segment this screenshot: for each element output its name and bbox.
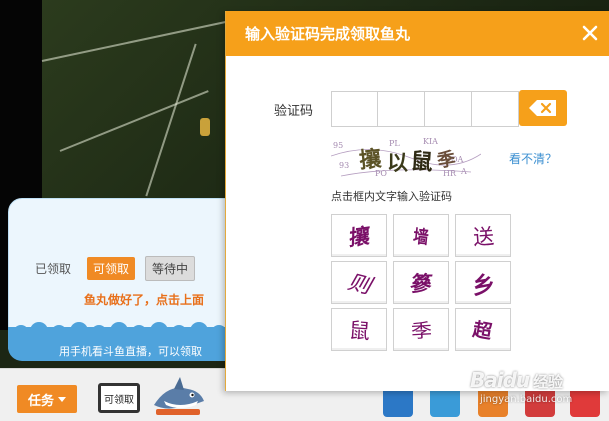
svg-text:季: 季 <box>436 148 457 172</box>
character-button[interactable]: 季 <box>393 308 449 351</box>
character-button[interactable]: 墙 <box>393 214 449 257</box>
character-glyph: 篸 <box>407 270 435 296</box>
pitch-line <box>59 90 209 152</box>
character-glyph: 季 <box>409 319 433 342</box>
watermark-brand: Baidu <box>470 368 530 392</box>
task-button-label: 任务 <box>27 393 54 409</box>
character-glyph: 墙 <box>412 225 430 249</box>
svg-text:PL: PL <box>389 139 400 148</box>
svg-text:以: 以 <box>387 150 408 175</box>
character-glyph: 送 <box>471 223 495 250</box>
character-button[interactable]: 则 <box>331 261 387 304</box>
captcha-slot[interactable] <box>331 91 378 127</box>
refresh-captcha-link[interactable]: 看不清？ <box>509 150 557 167</box>
character-glyph: 鼠 <box>347 317 371 344</box>
claim-status-tabs: 已领取 可领取 等待中 <box>29 256 196 281</box>
caret-down-icon <box>58 396 66 402</box>
tab-available[interactable]: 可领取 <box>87 257 136 280</box>
svg-text:KIA: KIA <box>423 137 438 146</box>
character-button[interactable]: 送 <box>455 214 511 257</box>
baidu-jingyan-watermark: Baidu 经验 jingyan.baidu.com <box>470 368 572 405</box>
character-glyph: 则 <box>344 269 373 298</box>
captcha-dialog: 输入验证码完成领取鱼丸 验证码 95 93 PL KIA OA HR PO A 攘 以 鼠 <box>225 11 609 391</box>
tv-claim-label: 可领取 <box>104 394 134 406</box>
character-button[interactable]: 篸 <box>393 261 449 304</box>
mobile-claim-text: 用手机看斗鱼直播，可以领取 <box>59 345 202 358</box>
tv-claim-button[interactable]: 可领取 <box>98 383 140 413</box>
svg-text:鼠: 鼠 <box>410 148 434 175</box>
character-button[interactable]: 乡 <box>455 261 511 304</box>
captcha-instruction: 点击框内文字输入验证码 <box>331 190 452 203</box>
character-button[interactable]: 超 <box>455 308 511 351</box>
svg-text:93: 93 <box>339 161 349 170</box>
svg-text:攘: 攘 <box>358 146 384 174</box>
heart-icon[interactable] <box>570 387 600 417</box>
pitch-line <box>41 20 229 62</box>
backspace-icon <box>529 100 556 116</box>
shark-mascot-icon[interactable] <box>150 375 206 417</box>
close-icon[interactable] <box>581 24 599 42</box>
captcha-slot[interactable] <box>378 91 425 127</box>
backspace-button[interactable] <box>519 90 567 126</box>
character-button[interactable]: 鼠 <box>331 308 387 351</box>
task-button[interactable]: 任务 <box>17 385 77 413</box>
character-button[interactable]: 攘 <box>331 214 387 257</box>
character-glyph: 乡 <box>470 270 497 300</box>
captcha-slot[interactable] <box>472 91 519 127</box>
pitch-line <box>145 43 197 197</box>
claim-tip-text: 鱼丸做好了，点击上面 <box>84 293 205 307</box>
fish-ball-claim-panel: 已领取 可领取 等待中 鱼丸做好了，点击上面 用手机看斗鱼直播，可以领取 <box>8 198 248 361</box>
paint-tool-icon[interactable] <box>430 387 460 417</box>
tab-waiting[interactable]: 等待中 <box>145 256 196 281</box>
captcha-character-grid: 攘 墙 送 则 篸 乡 鼠 季 超 <box>331 214 511 351</box>
captcha-slot[interactable] <box>425 91 472 127</box>
captcha-input-slots[interactable] <box>331 91 519 127</box>
dialog-title: 输入验证码完成领取鱼丸 <box>245 25 411 43</box>
character-glyph: 超 <box>471 318 495 344</box>
svg-text:95: 95 <box>333 141 343 150</box>
dialog-header: 输入验证码完成领取鱼丸 <box>226 11 609 56</box>
captcha-image: 9593PL KIAOAHR PO A 攘 以 鼠 季 <box>331 136 481 180</box>
watermark-domain: jingyan.baidu.com <box>480 394 573 405</box>
pencil-tool-icon[interactable] <box>383 387 413 417</box>
watermark-brand-cn: 经验 <box>533 373 564 391</box>
captcha-label: 验证码 <box>274 104 314 119</box>
tab-claimed[interactable]: 已领取 <box>29 257 77 280</box>
character-glyph: 攘 <box>348 221 370 251</box>
player-figure <box>200 118 210 136</box>
